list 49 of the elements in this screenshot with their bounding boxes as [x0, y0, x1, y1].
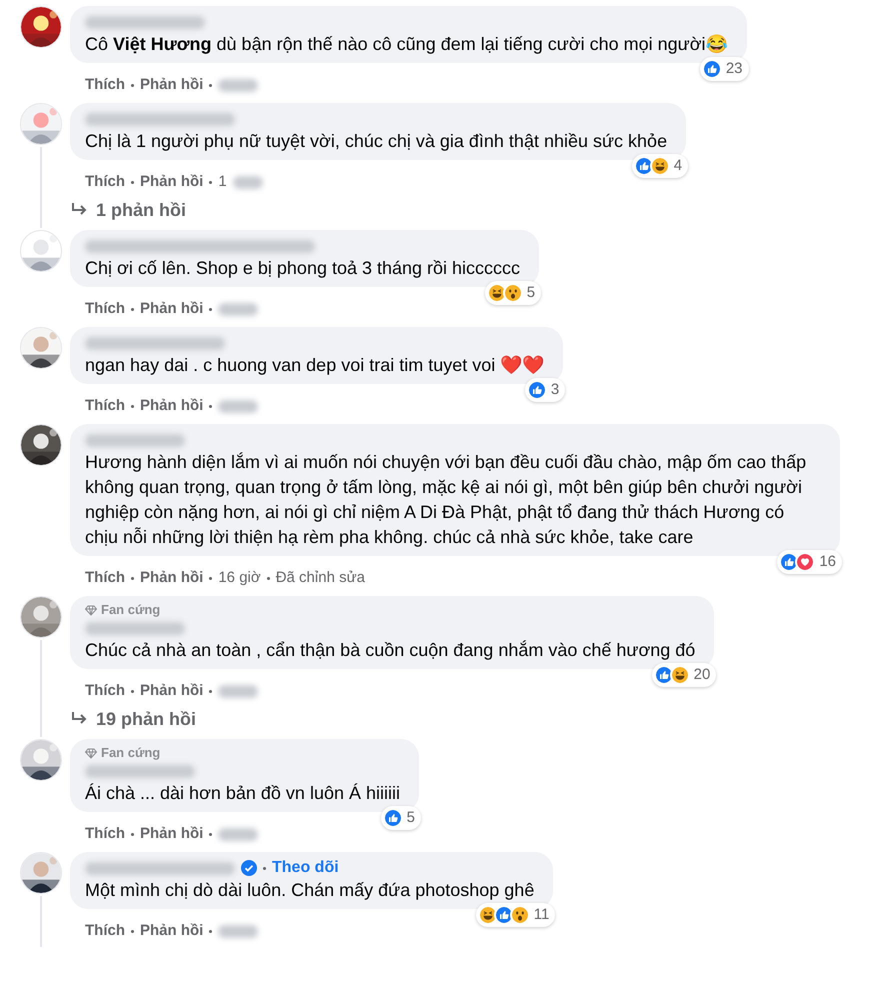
fan-label: Fan cứng — [101, 602, 160, 618]
like-link[interactable]: Thích — [85, 300, 125, 318]
view-replies-link[interactable]: 1 phản hồi — [70, 191, 686, 221]
reply-link[interactable]: Phản hồi — [140, 173, 204, 191]
blurred-time — [218, 828, 258, 840]
like-link[interactable]: Thích — [85, 922, 125, 940]
reaction-count-badge: 11 — [476, 903, 556, 927]
like-link[interactable]: Thích — [85, 397, 125, 415]
comment-text: Chị ơi cố lên. Shop e bị phong toả 3 tháng rồi hicccccc — [85, 257, 522, 280]
reaction-count-badge: 5 — [380, 806, 421, 830]
comment-text: ngan hay dai . c huong van dep voi trai tim tuyet voi ❤❤ — [85, 354, 546, 377]
reply-link[interactable]: Phản hồi — [140, 569, 204, 587]
reaction-count-badge: 5 — [484, 281, 542, 305]
diamond-icon — [85, 604, 97, 616]
reply-link[interactable]: Phản hồi — [140, 922, 204, 940]
diamond-icon — [85, 748, 97, 758]
reaction-count-badge: 4 — [632, 154, 688, 178]
comment-text: Hương hành diện lắm vì ai muốn nói chuyện với bạn đều cuối đầu chào, mập ốm cao thấp không quan trọng, quan trọng ở tấm lòng, mặc kệ ai nói gì, một bên giúp bên chưởi người nghiệp còn nặng hơn, ai nói gì chỉ niệm A Di Đà Phật, phật tổ đang thử thách Hương có chịu nỗi những lời thiện hạ rèm pha không. chúc cả nhà sức khỏe, take care — [85, 451, 808, 549]
blurred-time — [218, 78, 258, 92]
view-replies-link[interactable]: 19 phản hồi — [70, 700, 714, 730]
fan-label: Fan cứng — [101, 745, 160, 761]
blurred-time — [218, 400, 258, 412]
comment-text: Ái chà ... dài hơn bản đồ vn luôn Á hiiiiii — [85, 782, 401, 805]
reply-link[interactable]: Phản hồi — [140, 682, 204, 700]
comment-time: 1 — [218, 173, 227, 191]
blurred-time — [218, 924, 258, 938]
comment-text: Cô Việt Hương dù bận rộn thế nào cô cũng đem lại tiếng cười cho mọi người😂 — [85, 33, 729, 56]
blurred-time — [218, 684, 258, 698]
like-link[interactable]: Thích — [85, 76, 125, 94]
reaction-count-badge: 23 — [700, 57, 749, 81]
reaction-count-badge: 16 — [777, 550, 842, 574]
like-link[interactable]: Thích — [85, 173, 125, 191]
reply-link[interactable]: Phản hồi — [140, 300, 204, 318]
blurred-time — [232, 176, 263, 188]
edited-label: Đã chỉnh sửa — [276, 569, 365, 587]
reply-link[interactable]: Phản hồi — [140, 397, 204, 415]
reply-link[interactable]: Phản hồi — [140, 76, 204, 94]
comment-text: Một mình chị dò dài luôn. Chán mấy đứa photoshop ghê — [85, 879, 536, 902]
like-link[interactable]: Thích — [85, 825, 125, 843]
reaction-count-badge: 20 — [652, 663, 716, 687]
reaction-count-badge: 3 — [524, 378, 566, 402]
reply-link[interactable]: Phản hồi — [140, 825, 204, 843]
comment-time: 16 giờ — [218, 569, 261, 587]
like-link[interactable]: Thích — [85, 682, 125, 700]
like-link[interactable]: Thích — [85, 569, 125, 587]
comment-text: Chúc cả nhà an toàn , cẩn thận bà cuồn cuộn đang nhắm vào chế hương đó — [85, 639, 696, 662]
comment-text: Chị là 1 người phụ nữ tuyệt vời, chúc chị và gia đình thật nhiều sức khỏe — [85, 130, 668, 153]
blurred-time — [218, 302, 258, 316]
follow-link[interactable]: Theo dõi — [272, 856, 339, 880]
